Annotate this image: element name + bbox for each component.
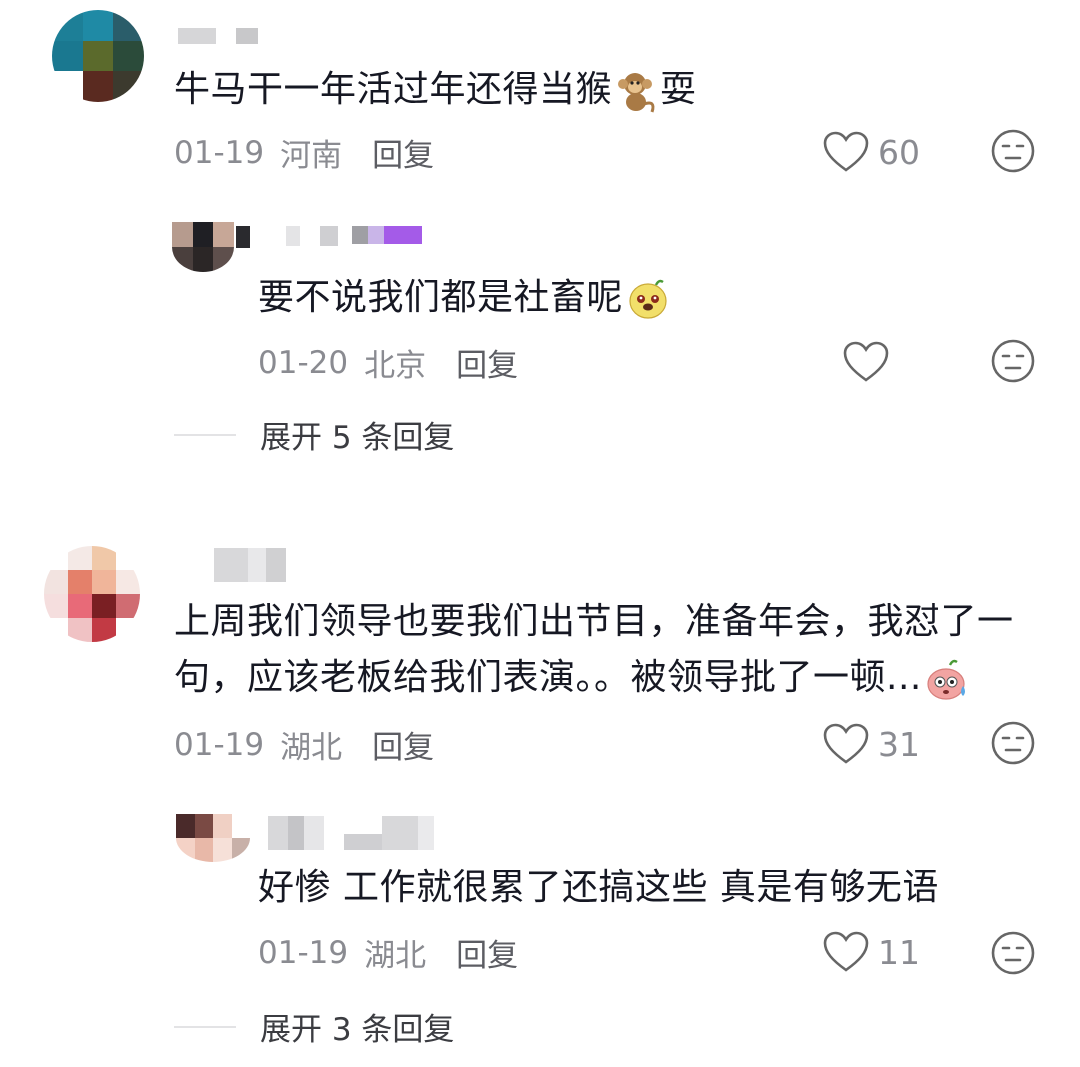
reply-date: 01-19 xyxy=(258,934,349,971)
expand-replies-button[interactable]: 展开 3 条回复 xyxy=(174,1004,454,1049)
comment-text: 牛马干一年活过年还得当猴 耍 xyxy=(174,62,697,118)
reply-button[interactable]: 回复 xyxy=(456,930,518,975)
comment-date: 01-19 xyxy=(174,726,265,763)
neutral-face-icon[interactable] xyxy=(990,338,1036,384)
neutral-face-icon[interactable] xyxy=(990,930,1036,976)
reply-location: 湖北 xyxy=(364,938,427,974)
username-blurred[interactable] xyxy=(214,548,286,582)
reply-location: 北京 xyxy=(364,348,427,384)
comment-date: 01-19 xyxy=(174,134,265,171)
reply-text: 要不说我们都是社畜呢 xyxy=(258,270,671,326)
reply-avatar[interactable] xyxy=(176,814,250,862)
like-button[interactable]: 31 xyxy=(822,722,920,766)
reply-date: 01-20 xyxy=(258,344,349,381)
comment-location: 河南 xyxy=(280,138,343,174)
sweat-face-emoji xyxy=(927,659,965,700)
avatar[interactable] xyxy=(52,10,144,102)
reply-button[interactable]: 回复 xyxy=(456,340,518,385)
reply-avatar[interactable] xyxy=(172,222,234,272)
reply-text: 好惨 工作就很累了还搞这些 真是有够无语 xyxy=(258,867,939,908)
neutral-face-icon[interactable] xyxy=(990,128,1036,174)
like-count: 11 xyxy=(878,932,920,972)
like-count: 60 xyxy=(878,132,920,172)
heart-outline-icon xyxy=(843,341,889,382)
reply-username-blurred[interactable] xyxy=(236,226,422,248)
avatar[interactable] xyxy=(44,546,140,642)
reply-meta: 01-19 湖北 回复 xyxy=(258,930,518,975)
reply-button[interactable]: 回复 xyxy=(372,130,434,175)
reply-meta: 01-20 北京 回复 xyxy=(258,340,518,385)
like-button[interactable]: 11 xyxy=(822,930,920,974)
heart-outline-icon xyxy=(823,723,869,764)
reply-button[interactable]: 回复 xyxy=(372,722,434,767)
divider-line xyxy=(174,1025,236,1028)
comment-meta: 01-19 湖北 回复 xyxy=(174,722,434,767)
comment-text: 上周我们领导也要我们出节目，准备年会，我怼了一 句，应该老板给我们表演。。被领导… xyxy=(174,594,1014,706)
reply-username-blurred[interactable] xyxy=(268,816,434,850)
comment-meta: 01-19 河南 回复 xyxy=(174,130,434,175)
expand-replies-button[interactable]: 展开 5 条回复 xyxy=(174,412,454,457)
comment-location: 湖北 xyxy=(280,730,343,766)
monkey-emoji xyxy=(618,73,655,113)
like-button[interactable]: 60 xyxy=(822,130,920,174)
divider-line xyxy=(174,433,236,436)
heart-outline-icon xyxy=(823,931,869,972)
like-button[interactable] xyxy=(842,340,898,384)
username-blurred[interactable] xyxy=(178,28,258,44)
heart-outline-icon xyxy=(823,131,869,172)
expand-replies-label: 展开 5 条回复 xyxy=(260,420,455,456)
expand-replies-label: 展开 3 条回复 xyxy=(260,1012,455,1048)
dog-face-emoji xyxy=(629,279,667,319)
like-count: 31 xyxy=(878,724,920,764)
neutral-face-icon[interactable] xyxy=(990,720,1036,766)
